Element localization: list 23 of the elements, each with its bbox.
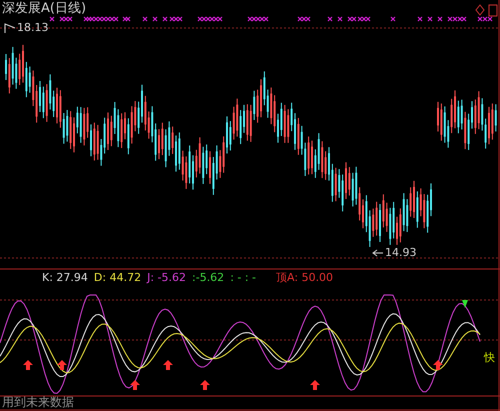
high-price-label: 18.13 [17,20,48,36]
up-arrow-icon [57,360,67,370]
low-price-label: 14.93 [385,245,416,261]
warning-text: 用到未来数据 [2,396,74,410]
panel-icon[interactable] [488,4,498,17]
up-arrow-icon [433,360,443,370]
arrow-icon [372,249,384,258]
up-arrow-icon [163,360,173,370]
down-arrow-icon [462,300,468,308]
indicator-readout: D: 44.72 [94,271,142,284]
diamond-icon[interactable] [475,4,485,16]
up-arrow-icon [23,360,33,370]
signal-label: 快 [484,350,495,366]
up-arrow-icon [130,380,140,390]
up-arrow-icon [200,380,210,390]
indicator-readout: J: -5.62 [147,271,186,284]
up-arrow-icon [310,380,320,390]
indicator-readout: : - : - [230,271,256,284]
leader-line [4,23,16,34]
chart-title: 深发展A(日线) [2,2,86,16]
indicator-readout: 顶A: 50.00 [276,271,334,284]
indicator-readout: :-5.62 [192,271,224,284]
indicator-readout: K: 27.94 [42,271,88,284]
